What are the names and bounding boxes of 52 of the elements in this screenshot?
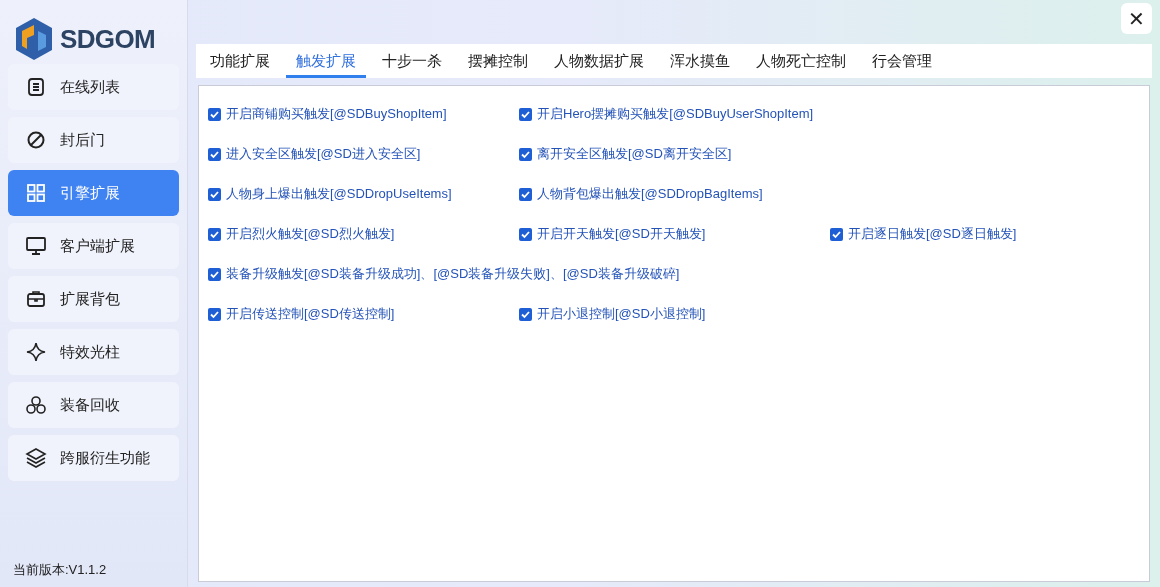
- tab[interactable]: 行会管理: [862, 44, 942, 78]
- sidebar-item[interactable]: 客户端扩展: [8, 223, 179, 269]
- checkbox[interactable]: [519, 227, 532, 241]
- checkbox[interactable]: [519, 107, 532, 121]
- checkbox-label: 离开安全区触发[@SD离开安全区]: [537, 145, 732, 164]
- layers-icon: [25, 447, 47, 469]
- sidebar-item[interactable]: 装备回收: [8, 382, 179, 428]
- checkbox-label: 开启Hero摆摊购买触发[@SDBuyUserShopItem]: [537, 105, 814, 124]
- checkbox[interactable]: [208, 267, 221, 281]
- checkbox-label: 进入安全区触发[@SD进入安全区]: [226, 145, 421, 164]
- tab[interactable]: 人物数据扩展: [544, 44, 654, 78]
- checkbox[interactable]: [208, 147, 221, 161]
- sidebar-item[interactable]: 扩展背包: [8, 276, 179, 322]
- sidebar-item[interactable]: 特效光柱: [8, 329, 179, 375]
- list-icon: [25, 76, 47, 98]
- monitor-icon: [25, 235, 47, 257]
- logo-text: SDGOM: [60, 22, 155, 56]
- sidebar-item[interactable]: 封后门: [8, 117, 179, 163]
- checkbox-label: 开启商铺购买触发[@SDBuyShopItem]: [226, 105, 447, 124]
- checkbox-label: 装备升级触发[@SD装备升级成功]、[@SD装备升级失败]、[@SD装备升级破碎]: [226, 265, 680, 284]
- checkbox[interactable]: [208, 307, 221, 321]
- ban-icon: [25, 129, 47, 151]
- sidebar-item[interactable]: 引擎扩展: [8, 170, 179, 216]
- checkbox[interactable]: [208, 107, 221, 121]
- close-button[interactable]: ✕: [1121, 3, 1152, 34]
- logo-icon: [14, 17, 54, 61]
- checkbox-label: 开启小退控制[@SD小退控制]: [537, 305, 706, 324]
- circles-icon: [25, 394, 47, 416]
- checkbox[interactable]: [208, 187, 221, 201]
- version-label: 当前版本:V1.1.2: [12, 560, 108, 579]
- checkbox-label: 开启传送控制[@SD传送控制]: [226, 305, 395, 324]
- briefcase-icon: [25, 288, 47, 310]
- sidebar-item[interactable]: 跨服衍生功能: [8, 435, 179, 481]
- checkbox-label: 开启烈火触发[@SD烈火触发]: [226, 225, 395, 244]
- checkbox-label: 人物背包爆出触发[@SDDropBagItems]: [537, 185, 763, 204]
- sidebar-item[interactable]: 在线列表: [8, 64, 179, 110]
- tab[interactable]: 功能扩展: [200, 44, 280, 78]
- checkbox[interactable]: [519, 307, 532, 321]
- checkbox[interactable]: [519, 147, 532, 161]
- tab[interactable]: 十步一杀: [372, 44, 452, 78]
- tab[interactable]: 触发扩展: [286, 44, 366, 78]
- tab[interactable]: 人物死亡控制: [746, 44, 856, 78]
- checkbox-label: 开启逐日触发[@SD逐日触发]: [848, 225, 1017, 244]
- checkbox[interactable]: [830, 227, 843, 241]
- tab[interactable]: 浑水摸鱼: [660, 44, 740, 78]
- checkbox-label: 开启开天触发[@SD开天触发]: [537, 225, 706, 244]
- checkbox[interactable]: [519, 187, 532, 201]
- tab[interactable]: 摆摊控制: [458, 44, 538, 78]
- sparkle-icon: [25, 341, 47, 363]
- checkbox-label: 人物身上爆出触发[@SDDropUseItems]: [226, 185, 452, 204]
- grid-icon: [25, 182, 47, 204]
- checkbox[interactable]: [208, 227, 221, 241]
